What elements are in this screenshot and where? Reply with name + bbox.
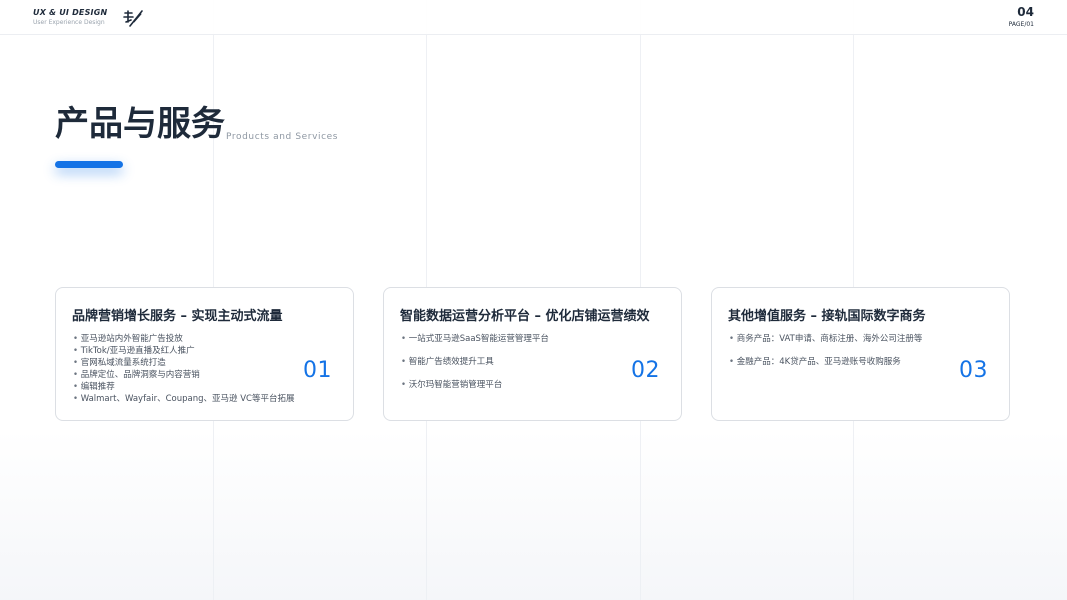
card-title: 其他增值服务 – 接轨国际数字商务 <box>728 309 926 324</box>
list-item: 商务产品：VAT申请、商标注册、海外公司注册等 <box>729 333 923 345</box>
list-item: 一站式亚马逊SaaS智能运营管理平台 <box>401 333 549 345</box>
title-accent-bar <box>55 161 123 168</box>
brand-logo-icon <box>123 10 143 27</box>
card-title: 智能数据运营分析平台 – 优化店铺运营绩效 <box>400 309 650 324</box>
page-label: PAGE/01 <box>1008 21 1034 28</box>
list-item: 官网私域流量系统打造 <box>73 357 295 369</box>
card-item-list: 亚马逊站内外智能广告投放 TikTok/亚马逊直播及红人推广 官网私域流量系统打… <box>73 333 295 405</box>
list-item: 金融产品：4K贷产品、亚马逊账号收购服务 <box>729 356 922 368</box>
service-card-1: 品牌营销增长服务 – 实现主动式流量 亚马逊站内外智能广告投放 TikTok/亚… <box>55 287 354 421</box>
page-subtitle: Products and Services <box>226 132 339 142</box>
list-item: Walmart、Wayfair、Coupang、亚马逊 VC等平台拓展 <box>73 393 295 405</box>
list-item: 品牌定位、品牌洞察与内容营销 <box>73 369 295 381</box>
list-item: 沃尔玛智能营销管理平台 <box>401 379 549 391</box>
page-title: 产品与服务 <box>55 104 225 144</box>
card-number: 02 <box>631 358 660 383</box>
list-item: 亚马逊站内外智能广告投放 <box>73 333 295 345</box>
service-card-2: 智能数据运营分析平台 – 优化店铺运营绩效 一站式亚马逊SaaS智能运营管理平台… <box>383 287 682 421</box>
brand-title: UX & UI DESIGN <box>33 8 108 17</box>
service-card-3: 其他增值服务 – 接轨国际数字商务 商务产品：VAT申请、商标注册、海外公司注册… <box>711 287 1010 421</box>
card-title: 品牌营销增长服务 – 实现主动式流量 <box>72 309 283 324</box>
top-bar: UX & UI DESIGN User Experience Design 04… <box>0 0 1067 35</box>
card-item-list: 一站式亚马逊SaaS智能运营管理平台 智能广告绩效提升工具 沃尔玛智能营销管理平… <box>401 333 549 402</box>
brand-subtitle: User Experience Design <box>33 19 105 26</box>
list-item: 智能广告绩效提升工具 <box>401 356 549 368</box>
list-item: 编辑推荐 <box>73 381 295 393</box>
card-number: 01 <box>303 358 332 383</box>
background-fade <box>0 430 1067 600</box>
list-item: TikTok/亚马逊直播及红人推广 <box>73 345 295 357</box>
card-number: 03 <box>959 358 988 383</box>
card-item-list: 商务产品：VAT申请、商标注册、海外公司注册等 金融产品：4K贷产品、亚马逊账号… <box>729 333 923 379</box>
page-number: 04 <box>1017 5 1034 19</box>
